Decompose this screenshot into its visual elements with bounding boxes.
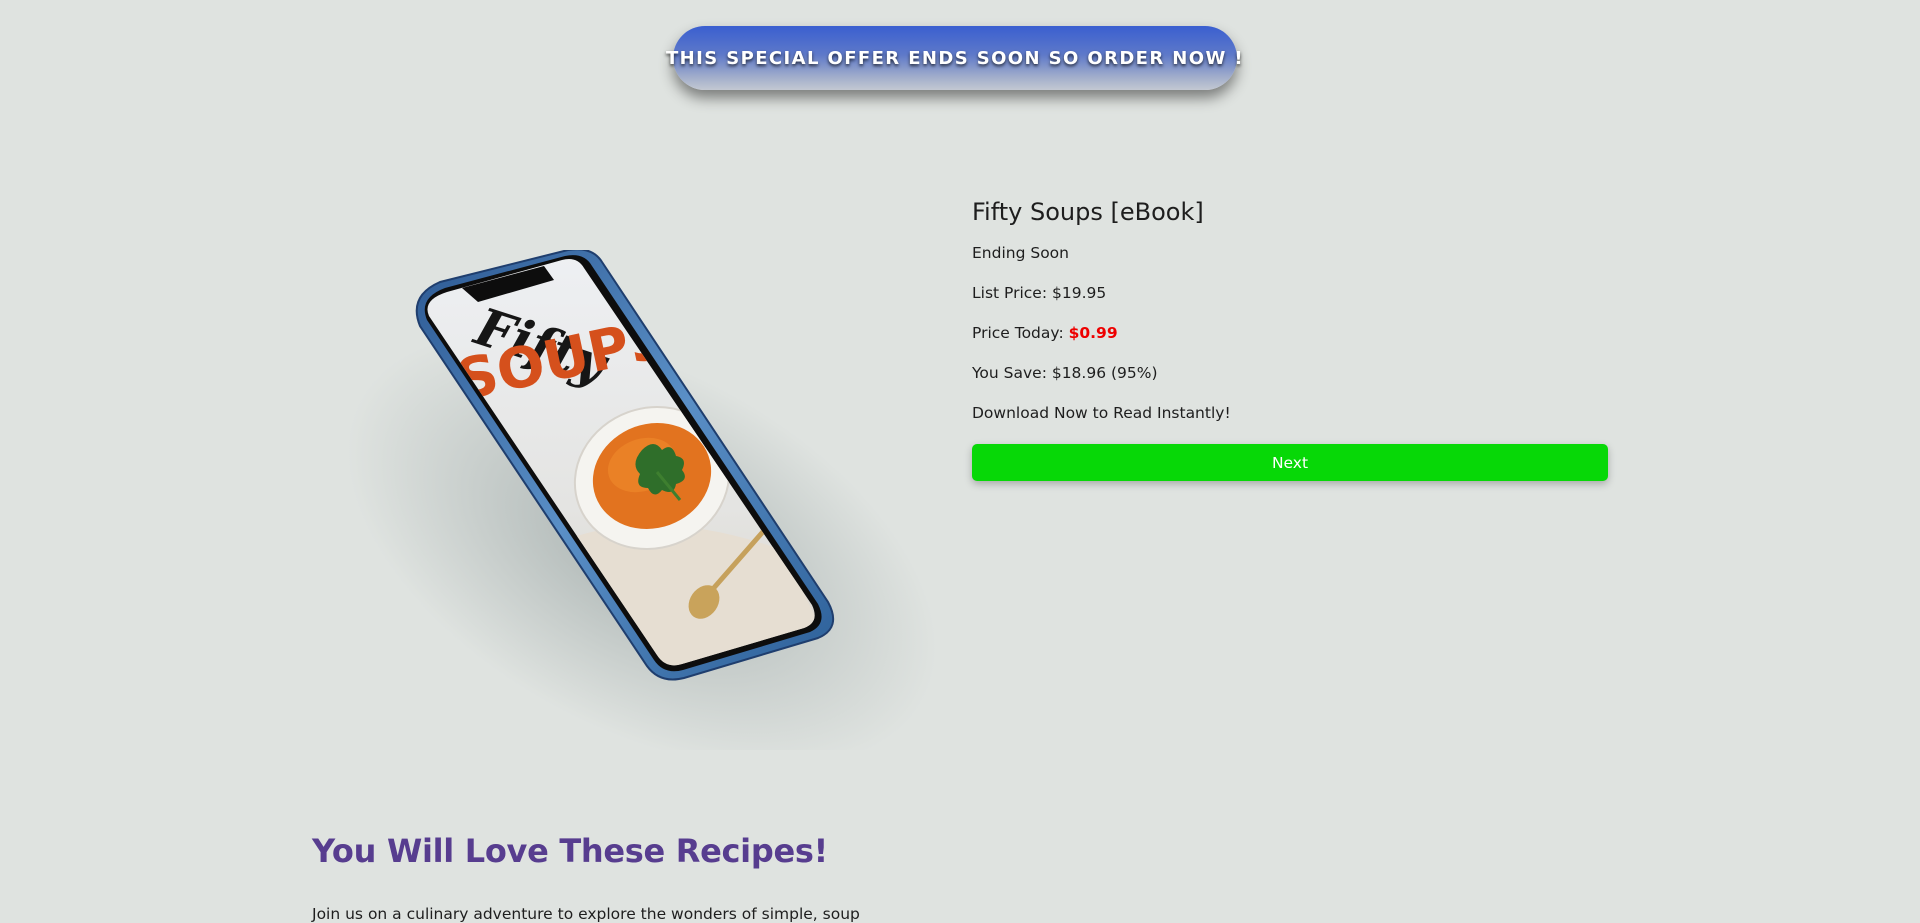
product-title: Fifty Soups [eBook] (972, 198, 1204, 226)
download-text: Download Now to Read Instantly! (972, 404, 1231, 422)
offer-status: Ending Soon (972, 244, 1069, 262)
list-price: List Price: $19.95 (972, 284, 1107, 302)
promo-banner-text: THIS SPECIAL OFFER ENDS SOON SO ORDER NO… (666, 47, 1244, 69)
price-today-label: Price Today: (972, 324, 1069, 342)
promo-banner: THIS SPECIAL OFFER ENDS SOON SO ORDER NO… (666, 26, 1243, 90)
section-intro: Join us on a culinary adventure to explo… (312, 905, 860, 923)
next-button[interactable]: Next (972, 444, 1608, 481)
ebook-phone-mockup-icon: Fifty SOUPS (347, 250, 937, 750)
product-image: Fifty SOUPS (312, 250, 948, 750)
section-heading: You Will Love These Recipes! (312, 832, 828, 870)
product-details: Fifty Soups [eBook] Ending Soon List Pri… (972, 198, 1608, 481)
you-save: You Save: $18.96 (95%) (972, 364, 1158, 382)
promo-banner-area: THIS SPECIAL OFFER ENDS SOON SO ORDER NO… (0, 0, 1920, 120)
price-today-value: $0.99 (1068, 324, 1118, 342)
price-today: Price Today: $0.99 (972, 324, 1608, 342)
